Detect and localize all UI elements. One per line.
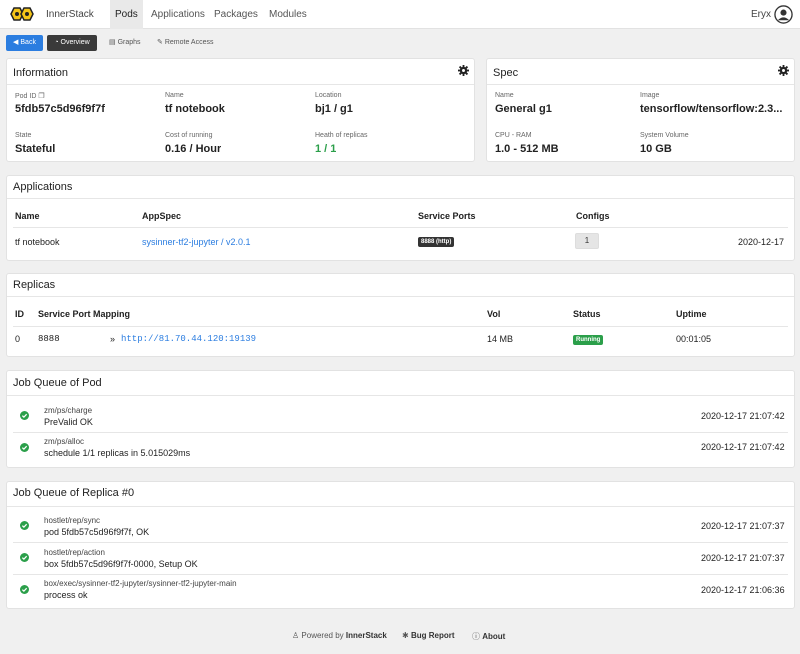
gear-icon[interactable] (778, 65, 789, 76)
job-time: 2020-12-17 21:07:42 (701, 442, 785, 452)
wrench-icon: ✎ (157, 39, 163, 46)
app-name: tf notebook (15, 237, 60, 247)
replica-port: 8888 (38, 334, 60, 344)
information-card: Information Pod ID ❐ 5fdb57c5d96f9f7f Na… (6, 58, 475, 162)
col-vol: Vol (487, 309, 501, 319)
cost-value: 0.16 / Hour (165, 143, 222, 155)
bug-icon: ✱ (402, 631, 409, 640)
honeycomb-logo-icon[interactable] (6, 4, 38, 24)
information-title: Information (13, 67, 69, 79)
replica-job-queue-title: Job Queue of Replica #0 (13, 487, 135, 499)
job-name: zm/ps/alloc (44, 437, 85, 446)
job-message: schedule 1/1 replicas in 5.015029ms (44, 448, 191, 458)
job-time: 2020-12-17 21:07:37 (701, 553, 785, 563)
status-badge: Running (573, 335, 604, 345)
spec-name-value: General g1 (495, 103, 552, 115)
job-message: PreValid OK (44, 417, 93, 427)
user-icon: ♙ (292, 631, 300, 640)
col-appspec: AppSpec (142, 211, 182, 221)
cpu-ram-label: CPU - RAM (495, 132, 532, 139)
nav-modules[interactable]: Modules (264, 0, 312, 29)
check-circle-icon (20, 553, 29, 562)
nav-pods[interactable]: Pods (110, 0, 143, 29)
remote-access-tab[interactable]: ✎ Remote Access (157, 35, 213, 51)
pod-id-value: 5fdb57c5d96f9f7f (15, 103, 105, 115)
spec-card: Spec Name General g1 Image tensorflow/te… (486, 58, 795, 162)
replica-job-queue-card: Job Queue of Replica #0 hostlet/rep/sync… (6, 481, 795, 609)
job-name: hostlet/rep/action (44, 548, 105, 557)
nav-packages[interactable]: Packages (209, 0, 263, 29)
col-id: ID (15, 309, 24, 319)
applications-title: Applications (13, 181, 73, 193)
check-circle-icon (20, 521, 29, 530)
job-name: zm/ps/charge (44, 406, 93, 415)
app-date: 2020-12-17 (738, 237, 785, 247)
gear-icon[interactable] (458, 65, 469, 76)
chart-icon: ▤ (109, 39, 116, 46)
back-button[interactable]: ◀ Back (6, 35, 43, 51)
check-circle-icon (20, 443, 29, 452)
about-link[interactable]: ⓘ About (472, 631, 505, 642)
user-avatar-icon[interactable] (774, 5, 793, 24)
mapping-arrow: » (110, 334, 116, 344)
replica-uptime: 00:01:05 (676, 334, 712, 344)
service-port-badge: 8888 (http) (418, 237, 455, 247)
copy-icon[interactable]: ❐ (38, 93, 44, 100)
dashboard-icon: ◔ (54, 39, 59, 46)
appspec-link[interactable]: sysinner-tf2-jupyter / v2.0.1 (142, 237, 251, 247)
spec-name-label: Name (495, 92, 514, 99)
replica-vol: 14 MB (487, 334, 514, 344)
job-time: 2020-12-17 21:07:37 (701, 521, 785, 531)
job-time: 2020-12-17 21:06:36 (701, 585, 785, 595)
image-value: tensorflow/tensorflow:2.3... (640, 103, 783, 115)
cost-label: Cost of running (165, 132, 213, 139)
pod-job-queue-title: Job Queue of Pod (13, 377, 102, 389)
job-message: box 5fdb57c5d96f9f7f-0000, Setup OK (44, 559, 198, 569)
brand-name[interactable]: InnerStack (46, 9, 94, 20)
replicas-title: Replicas (13, 279, 56, 291)
check-circle-icon (20, 585, 29, 594)
col-uptime: Uptime (676, 309, 707, 319)
image-label: Image (640, 92, 660, 99)
col-configs: Configs (576, 211, 610, 221)
name-label: Name (165, 92, 184, 99)
health-value: 1 / 1 (315, 143, 337, 155)
info-icon: ⓘ (472, 632, 480, 641)
name-value: tf notebook (165, 103, 225, 115)
col-name: Name (15, 211, 40, 221)
col-service-ports: Service Ports (418, 211, 476, 221)
system-volume-value: 10 GB (640, 143, 672, 155)
bug-report-link[interactable]: ✱ Bug Report (402, 631, 455, 640)
spec-title: Spec (493, 67, 519, 79)
pod-job-queue-card: Job Queue of Pod zm/ps/charge PreValid O… (6, 370, 795, 468)
job-message: pod 5fdb57c5d96f9f7f, OK (44, 527, 150, 537)
powered-by[interactable]: ♙ Powered by InnerStack (292, 631, 387, 640)
graphs-tab[interactable]: ▤ Graphs (109, 35, 141, 51)
state-label: State (15, 132, 32, 139)
arrow-left-icon: ◀ (13, 39, 19, 46)
nav-applications[interactable]: Applications (146, 0, 210, 29)
port-mapping-link[interactable]: http://81.70.44.120:19139 (121, 334, 256, 344)
location-label: Location (315, 92, 342, 99)
applications-card: Applications Name AppSpec Service Ports … (6, 175, 795, 261)
col-status: Status (573, 309, 601, 319)
state-value: Stateful (15, 143, 56, 155)
health-label: Heath of replicas (315, 132, 368, 139)
job-time: 2020-12-17 21:07:42 (701, 411, 785, 421)
system-volume-label: System Volume (640, 132, 689, 139)
location-value: bj1 / g1 (315, 103, 353, 115)
user-name[interactable]: Eryx (751, 9, 771, 20)
job-name: box/exec/sysinner-tf2-jupyter/sysinner-t… (44, 579, 237, 588)
top-navbar: InnerStack Pods Applications Packages Mo… (0, 0, 800, 29)
pod-id-label: Pod ID ❐ (15, 93, 45, 100)
replica-id: 0 (15, 334, 21, 344)
check-circle-icon (20, 411, 29, 420)
configs-button[interactable]: 1 (575, 233, 599, 249)
col-service-port-mapping: Service Port Mapping (38, 309, 131, 319)
job-message: process ok (44, 590, 88, 600)
job-name: hostlet/rep/sync (44, 516, 101, 525)
cpu-ram-value: 1.0 - 512 MB (495, 143, 559, 155)
overview-tab[interactable]: ◔ Overview (47, 35, 97, 51)
replicas-card: Replicas ID Service Port Mapping Vol Sta… (6, 273, 795, 357)
